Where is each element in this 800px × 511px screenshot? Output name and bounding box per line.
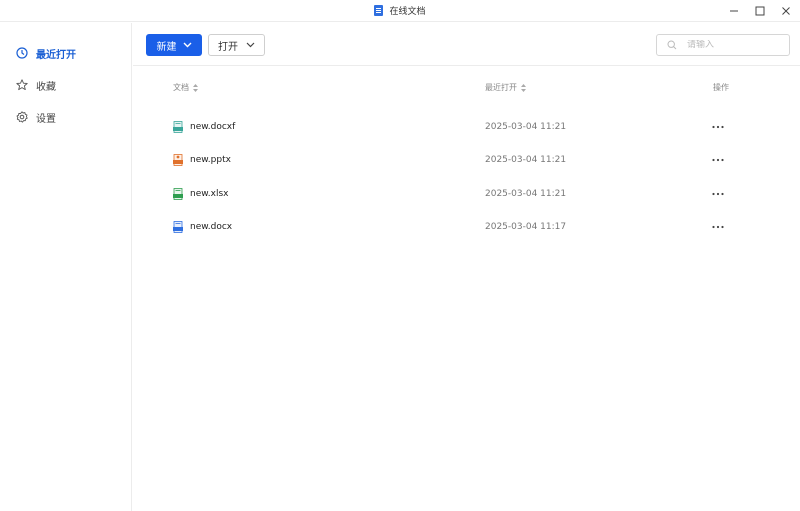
file-name-cell: new.xlsx	[173, 187, 228, 200]
table-header: 文档 最近打开 操作	[133, 66, 800, 110]
file-table: 文档 最近打开 操作 new.docxf 2025-03-04 11:21 ne…	[133, 66, 800, 244]
more-actions-button[interactable]	[712, 226, 724, 229]
more-icon	[712, 226, 724, 229]
title-bar: 在线文档	[0, 0, 800, 22]
sidebar-item-favorites[interactable]: 收藏	[0, 69, 131, 101]
maximize-button[interactable]	[754, 5, 766, 17]
column-header-ops: 操作	[713, 82, 729, 93]
chevron-down-icon	[183, 42, 191, 48]
minimize-button[interactable]	[728, 5, 740, 17]
new-button-label: 新建	[156, 41, 177, 53]
maximize-icon	[755, 6, 765, 16]
window-controls	[728, 0, 792, 22]
file-name[interactable]: new.xlsx	[190, 189, 228, 199]
last-opened-time: 2025-03-04 11:21	[485, 121, 567, 132]
open-button[interactable]: 打开	[208, 34, 265, 56]
column-header-time[interactable]: 最近打开	[485, 82, 526, 93]
xlsx-file-icon	[173, 187, 183, 200]
column-header-label: 最近打开	[485, 83, 517, 92]
docx-file-icon	[173, 221, 183, 234]
column-header-label: 操作	[713, 83, 729, 92]
file-name-cell: new.docxf	[173, 120, 235, 133]
sidebar-item-label: 最近打开	[36, 49, 76, 61]
clock-icon	[16, 47, 28, 59]
table-row[interactable]: new.pptx 2025-03-04 11:21	[133, 144, 800, 178]
last-opened-time: 2025-03-04 11:21	[485, 188, 567, 199]
window-title-group: 在线文档	[374, 4, 426, 17]
new-button[interactable]: 新建	[146, 34, 202, 56]
search-box[interactable]	[656, 34, 790, 56]
sort-icon	[193, 83, 198, 92]
search-icon	[667, 40, 677, 50]
document-app-icon	[374, 5, 384, 16]
more-icon	[712, 125, 724, 128]
docxf-file-icon	[173, 120, 183, 133]
window-title: 在线文档	[389, 7, 426, 17]
sidebar-item-settings[interactable]: 设置	[0, 101, 131, 133]
last-opened-time: 2025-03-04 11:17	[485, 222, 567, 233]
table-row[interactable]: new.docx 2025-03-04 11:17	[133, 211, 800, 245]
column-header-label: 文档	[173, 83, 189, 92]
gear-icon	[16, 111, 28, 123]
more-icon	[712, 192, 724, 195]
star-icon	[16, 79, 28, 91]
file-name[interactable]: new.docxf	[190, 122, 235, 132]
search-input[interactable]	[687, 40, 777, 50]
last-opened-time: 2025-03-04 11:21	[485, 155, 567, 166]
more-icon	[712, 159, 724, 162]
file-name-cell: new.docx	[173, 221, 232, 234]
toolbar: 新建 打开	[133, 23, 800, 66]
sort-icon	[521, 83, 526, 92]
sidebar-item-recent[interactable]: 最近打开	[0, 37, 131, 69]
more-actions-button[interactable]	[712, 125, 724, 128]
sidebar-item-label: 收藏	[36, 81, 56, 93]
pptx-file-icon	[173, 154, 183, 167]
open-button-label: 打开	[218, 41, 238, 53]
file-name[interactable]: new.pptx	[190, 155, 231, 165]
more-actions-button[interactable]	[712, 159, 724, 162]
sidebar: 最近打开 收藏 设置	[0, 23, 132, 511]
sidebar-item-label: 设置	[36, 113, 56, 125]
chevron-down-icon	[246, 42, 255, 48]
table-row[interactable]: new.xlsx 2025-03-04 11:21	[133, 177, 800, 211]
file-name-cell: new.pptx	[173, 154, 231, 167]
close-button[interactable]	[780, 5, 792, 17]
minimize-icon	[730, 10, 738, 12]
column-header-name[interactable]: 文档	[173, 82, 198, 93]
table-row[interactable]: new.docxf 2025-03-04 11:21	[133, 110, 800, 144]
more-actions-button[interactable]	[712, 192, 724, 195]
close-icon	[782, 7, 790, 15]
file-name[interactable]: new.docx	[190, 222, 232, 232]
